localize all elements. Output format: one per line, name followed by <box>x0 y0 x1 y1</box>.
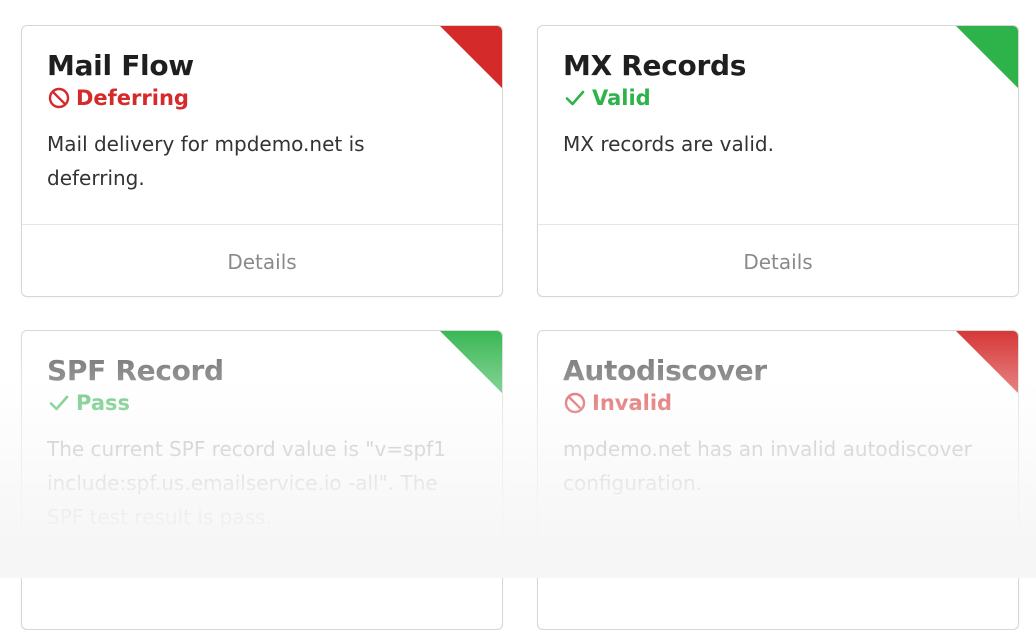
status-line: Valid <box>563 84 993 112</box>
autodiscover-card: Autodiscover Invalid mpdemo.net has an i… <box>537 330 1019 630</box>
checkmark-icon <box>563 86 587 110</box>
mx-records-card: MX Records Valid MX records are valid. D… <box>537 25 1019 297</box>
card-footer: Details <box>538 224 1018 296</box>
status-label: Valid <box>592 86 651 110</box>
status-label: Pass <box>76 391 130 415</box>
card-description: MX records are valid. <box>563 132 774 156</box>
details-link[interactable]: Details <box>227 250 296 274</box>
prohibited-icon <box>47 86 71 110</box>
status-line: Deferring <box>47 84 477 112</box>
card-title: SPF Record <box>47 354 224 387</box>
spf-record-card: SPF Record Pass The current SPF record v… <box>21 330 503 630</box>
prohibited-icon <box>563 391 587 415</box>
card-title: Autodiscover <box>563 354 767 387</box>
card-footer: Details <box>22 224 502 296</box>
status-card-grid: Mail Flow Deferring Mail delivery for mp… <box>0 0 1036 630</box>
card-description: The current SPF record value is "v=spf1 … <box>47 437 446 529</box>
card-description: Mail delivery for mpdemo.net is deferrin… <box>47 132 365 190</box>
card-title: Mail Flow <box>47 49 194 82</box>
details-link[interactable]: Details <box>743 250 812 274</box>
card-description: mpdemo.net has an invalid autodiscover c… <box>563 437 972 495</box>
status-corner-flag <box>440 331 502 393</box>
status-corner-flag <box>956 26 1018 88</box>
checkmark-icon <box>47 391 71 415</box>
status-label: Deferring <box>76 86 189 110</box>
status-corner-flag <box>956 331 1018 393</box>
mail-flow-card: Mail Flow Deferring Mail delivery for mp… <box>21 25 503 297</box>
status-label: Invalid <box>592 391 673 415</box>
status-corner-flag <box>440 26 502 88</box>
status-line: Pass <box>47 389 477 417</box>
card-title: MX Records <box>563 49 747 82</box>
status-line: Invalid <box>563 389 993 417</box>
